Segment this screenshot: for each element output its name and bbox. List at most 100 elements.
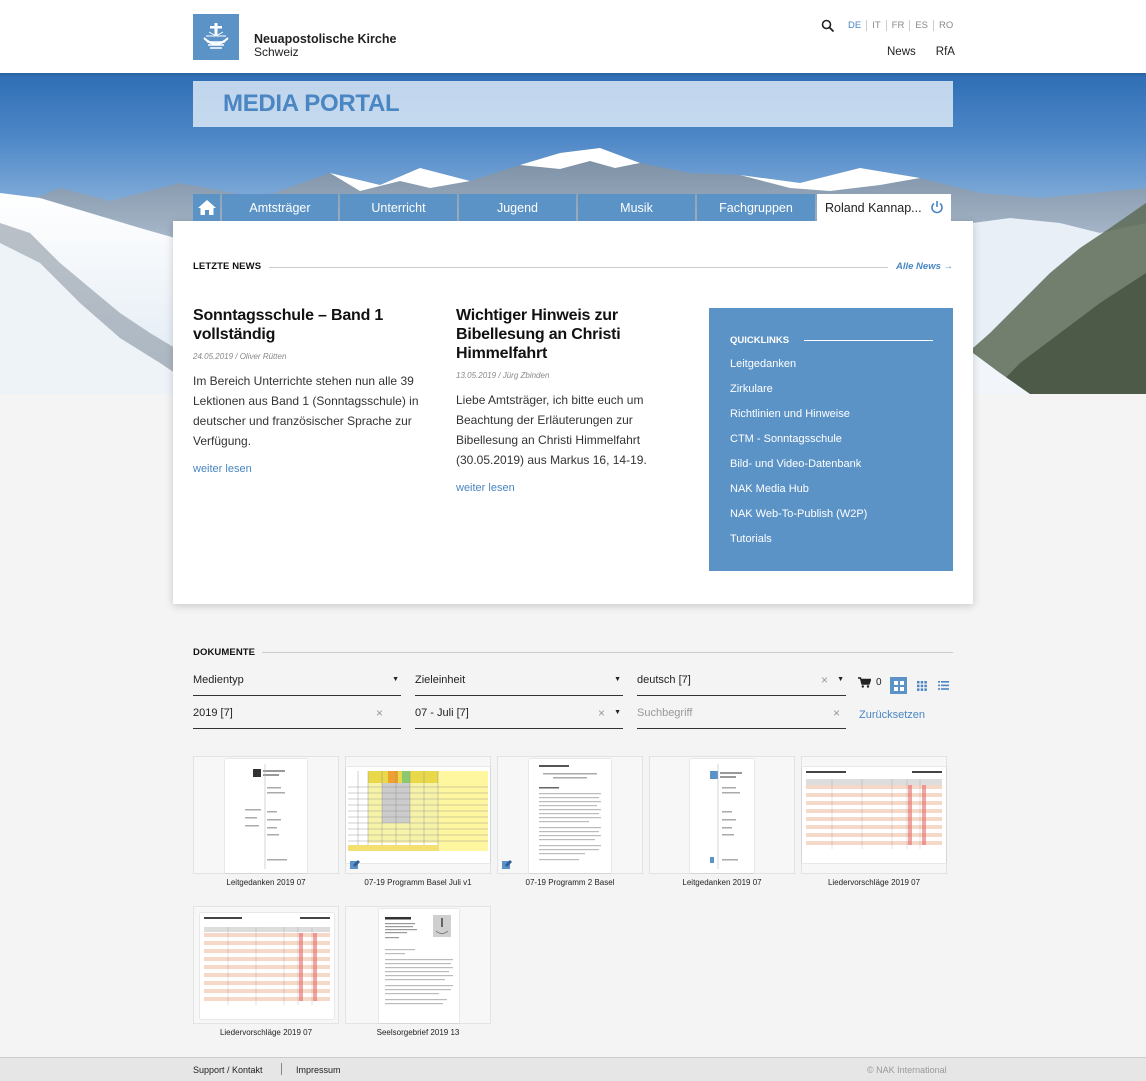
quicklink-item[interactable]: NAK Web-To-Publish (W2P) [730, 507, 867, 532]
medientyp-select[interactable]: Medientyp ▼ [193, 672, 401, 696]
news-divider [269, 267, 888, 268]
cart[interactable]: 0 [858, 677, 882, 688]
tab-amtstraeger[interactable]: Amtsträger [222, 194, 338, 221]
cart-icon [858, 677, 871, 688]
nak-logo-icon [203, 23, 229, 49]
news-title[interactable]: Wichtiger Hinweis zur Bibellesung an Chr… [456, 306, 676, 363]
lang-de[interactable]: DE [848, 20, 866, 31]
select-value: 2019 [7] [193, 707, 233, 719]
document-title[interactable]: Liedervorschläge 2019 07 [193, 1028, 339, 1037]
tab-musik[interactable]: Musik [578, 194, 695, 221]
quicklink-item[interactable]: NAK Media Hub [730, 482, 867, 507]
all-news-link[interactable]: Alle News → [896, 261, 953, 272]
quicklink-item[interactable]: Bild- und Video-Datenbank [730, 457, 867, 482]
document-thumbnail[interactable] [193, 756, 339, 874]
news-item-1: Sonntagsschule – Band 1 vollständig 24.0… [193, 306, 433, 475]
document-title[interactable]: Liedervorschläge 2019 07 [801, 878, 947, 887]
site-header: Neuapostolische Kirche Schweiz DE IT FR … [0, 0, 1146, 73]
search-icon[interactable] [821, 19, 835, 33]
quicklinks-divider [804, 340, 933, 341]
doc-page-preview [200, 913, 334, 1019]
clear-icon[interactable]: × [833, 706, 840, 720]
document-thumbnail[interactable] [801, 756, 947, 874]
view-large-grid-button[interactable] [890, 677, 907, 694]
nav-rfa[interactable]: RfA [936, 46, 955, 58]
brand-name[interactable]: Neuapostolische Kirche Schweiz [254, 33, 396, 59]
clear-icon[interactable]: × [821, 673, 828, 687]
document-thumbnail[interactable] [345, 756, 491, 874]
caret-down-icon: ▼ [392, 676, 399, 683]
lang-es[interactable]: ES [909, 20, 933, 31]
document-thumbnail[interactable] [193, 906, 339, 1024]
document-title[interactable]: 07-19 Programm 2 Basel [497, 878, 643, 887]
news-text: Im Bereich Unterrichte stehen nun alle 3… [193, 374, 419, 448]
caret-down-icon: ▼ [614, 709, 621, 716]
document-thumbnail[interactable] [345, 906, 491, 1024]
quicklink-item[interactable]: Tutorials [730, 532, 867, 557]
edit-document-icon[interactable] [350, 859, 360, 869]
nak-logo[interactable] [193, 14, 239, 60]
view-list-button[interactable] [935, 677, 952, 694]
doc-page-preview [379, 909, 459, 1023]
reset-filters-link[interactable]: Zurücksetzen [859, 709, 925, 721]
portal-title-banner: MEDIA PORTAL [193, 81, 953, 127]
select-label: Medientyp [193, 674, 244, 686]
logout-power-icon[interactable] [930, 200, 944, 214]
search-placeholder: Suchbegriff [637, 707, 693, 719]
lang-fr[interactable]: FR [885, 20, 910, 31]
document-title[interactable]: Leitgedanken 2019 07 [193, 878, 339, 887]
view-small-grid-button[interactable] [913, 677, 930, 694]
news-card: LETZTE NEWS Alle News → Sonntagsschule –… [173, 221, 973, 604]
search-input[interactable]: Suchbegriff × [637, 705, 846, 729]
news-item-2: Wichtiger Hinweis zur Bibellesung an Chr… [456, 306, 676, 494]
language-select[interactable]: deutsch [7] × ▼ [637, 672, 846, 696]
document-thumbnail[interactable] [497, 756, 643, 874]
document-title[interactable]: Leitgedanken 2019 07 [649, 878, 795, 887]
quicklinks-heading: QUICKLINKS [730, 335, 790, 346]
doc-page-preview [802, 767, 946, 863]
support-contact-link[interactable]: Support / Kontakt [193, 1065, 263, 1075]
news-text: Liebe Amtsträger, ich bitte euch um Beac… [456, 393, 647, 467]
quicklink-item[interactable]: Zirkulare [730, 382, 867, 407]
news-title[interactable]: Sonntagsschule – Band 1 vollständig [193, 306, 433, 344]
quicklink-item[interactable]: Richtlinien und Hinweise [730, 407, 867, 432]
tab-user-profile[interactable]: Roland Kannap... [817, 194, 951, 221]
tab-home[interactable] [193, 194, 220, 221]
quicklink-item[interactable]: CTM - Sonntagsschule [730, 432, 867, 457]
brand-region: Schweiz [254, 45, 299, 59]
clear-icon[interactable]: × [376, 706, 383, 720]
edit-document-icon[interactable] [502, 859, 512, 869]
year-select[interactable]: 2019 [7] × [193, 705, 401, 729]
read-more-link[interactable]: weiter lesen [193, 463, 433, 475]
lang-it[interactable]: IT [866, 20, 885, 31]
footer-divider [281, 1063, 282, 1075]
news-section-heading: LETZTE NEWS [193, 261, 262, 272]
documents-heading: DOKUMENTE [193, 647, 256, 658]
site-footer: Support / Kontakt Impressum © NAK Intern… [0, 1057, 1146, 1081]
home-icon [197, 200, 216, 215]
news-meta: 13.05.2019 / Jürg Zbinden [456, 371, 550, 380]
impressum-link[interactable]: Impressum [296, 1065, 341, 1075]
cart-count: 0 [876, 677, 882, 688]
zieleinheit-select[interactable]: Zieleinheit ▼ [415, 672, 623, 696]
doc-page-preview [690, 759, 754, 873]
tab-jugend[interactable]: Jugend [459, 194, 576, 221]
document-title[interactable]: 07-19 Programm Basel Juli v1 [345, 878, 491, 887]
tab-fachgruppen[interactable]: Fachgruppen [697, 194, 815, 221]
clear-icon[interactable]: × [598, 706, 605, 720]
tab-unterricht[interactable]: Unterricht [340, 194, 457, 221]
main-nav-tabs: Amtsträger Unterricht Jugend Musik Fachg… [193, 194, 951, 221]
document-thumbnail[interactable] [649, 756, 795, 874]
document-title[interactable]: Seelsorgebrief 2019 13 [345, 1028, 491, 1037]
quicklink-item[interactable]: Leitgedanken [730, 357, 867, 382]
doc-page-preview [225, 759, 307, 873]
language-switcher: DE IT FR ES RO [848, 20, 958, 31]
month-select[interactable]: 07 - Juli [7] × ▼ [415, 705, 623, 729]
documents-divider [262, 652, 953, 653]
read-more-link[interactable]: weiter lesen [456, 482, 676, 494]
lang-ro[interactable]: RO [933, 20, 958, 31]
select-value: deutsch [7] [637, 674, 691, 686]
grid-small-icon [916, 680, 927, 691]
nav-news[interactable]: News [887, 46, 916, 58]
doc-page-preview [346, 767, 490, 863]
